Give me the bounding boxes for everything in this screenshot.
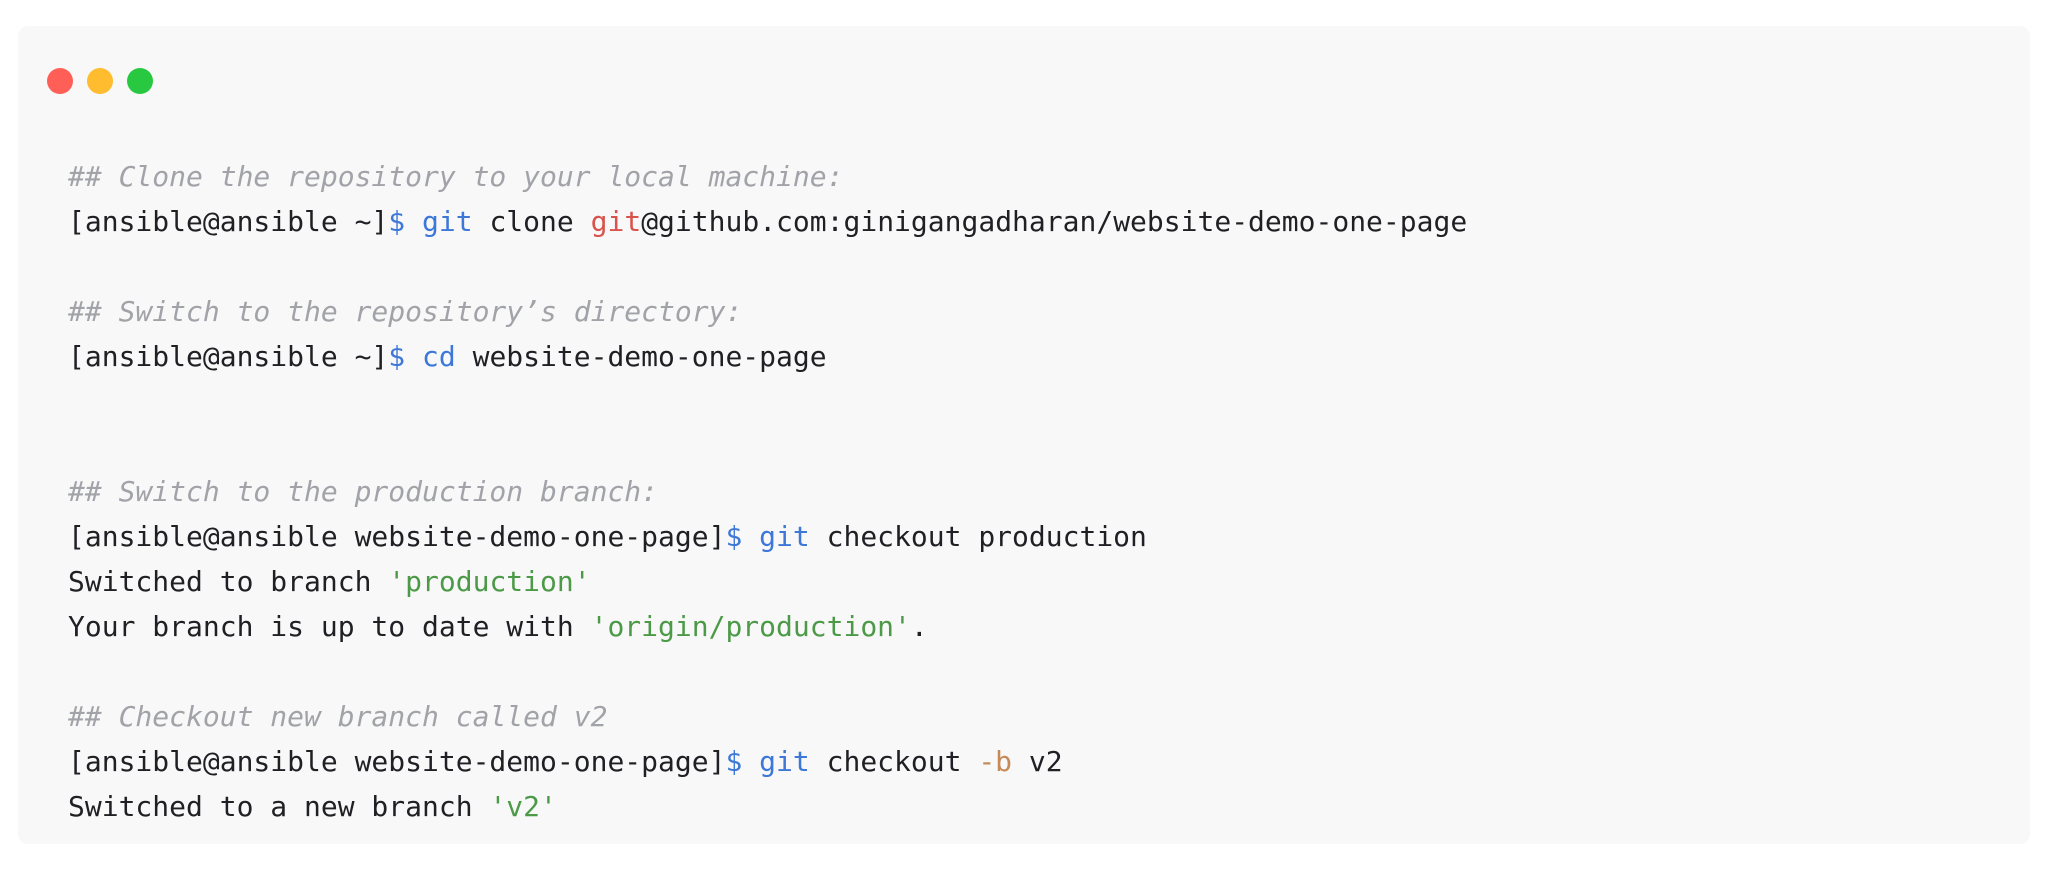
segment-text: [ansible@ansible website-demo-one-page] <box>68 520 726 553</box>
terminal-line-command: [ansible@ansible website-demo-one-page]$… <box>68 514 1467 559</box>
terminal-line-comment: ## Switch to the production branch: <box>68 469 1467 514</box>
terminal-line-output: Your branch is up to date with 'origin/p… <box>68 604 1467 649</box>
segment-text: @github.com:ginigangadharan/website-demo… <box>641 205 1468 238</box>
segment-text: v2 <box>1012 745 1063 778</box>
terminal-line-command: [ansible@ansible website-demo-one-page]$… <box>68 739 1467 784</box>
segment-text: checkout production <box>809 520 1147 553</box>
terminal-line-command: [ansible@ansible ~]$ git clone git@githu… <box>68 199 1467 244</box>
segment-command: $ <box>388 205 423 238</box>
terminal-code-block[interactable]: ## Clone the repository to your local ma… <box>68 154 1467 829</box>
segment-comment: ## Switch to the repository’s directory: <box>68 295 743 328</box>
zoom-window-button[interactable] <box>127 68 153 94</box>
terminal-line-comment: ## Checkout new branch called v2 <box>68 694 1467 739</box>
segment-command: cd <box>422 340 456 373</box>
segment-text: [ansible@ansible website-demo-one-page] <box>68 745 726 778</box>
segment-flag: -b <box>978 745 1013 778</box>
segment-string: 'production' <box>388 565 591 598</box>
segment-text: checkout <box>809 745 979 778</box>
segment-text: Switched to branch <box>68 565 389 598</box>
segment-text: Switched to a new branch <box>68 790 490 823</box>
segment-command: $ <box>725 745 760 778</box>
segment-string: 'origin/production' <box>590 610 911 643</box>
segment-comment: ## Checkout new branch called v2 <box>68 700 608 733</box>
segment-comment: ## Clone the repository to your local ma… <box>68 160 844 193</box>
window-controls <box>47 68 153 94</box>
terminal-line-command: [ansible@ansible ~]$ cd website-demo-one… <box>68 334 1467 379</box>
terminal-line-output: Switched to a new branch 'v2' <box>68 784 1467 829</box>
segment-git_highlight: git <box>590 205 642 238</box>
segment-string: 'v2' <box>489 790 557 823</box>
terminal-line-comment: ## Clone the repository to your local ma… <box>68 154 1467 199</box>
segment-command: git <box>759 520 810 553</box>
segment-text: [ansible@ansible ~] <box>68 205 389 238</box>
segment-command: $ <box>725 520 760 553</box>
segment-text: . <box>910 610 928 643</box>
segment-comment: ## Switch to the production branch: <box>68 475 659 508</box>
segment-command: git <box>422 205 473 238</box>
terminal-line-output: Switched to branch 'production' <box>68 559 1467 604</box>
terminal-window: ## Clone the repository to your local ma… <box>18 26 2030 844</box>
minimize-window-button[interactable] <box>87 68 113 94</box>
close-window-button[interactable] <box>47 68 73 94</box>
terminal-line-comment: ## Switch to the repository’s directory: <box>68 289 1467 334</box>
segment-text: website-demo-one-page <box>455 340 827 373</box>
segment-command: git <box>759 745 810 778</box>
segment-text: [ansible@ansible ~] <box>68 340 389 373</box>
segment-text: Your branch is up to date with <box>68 610 591 643</box>
segment-command: $ <box>388 340 423 373</box>
segment-text: clone <box>472 205 591 238</box>
